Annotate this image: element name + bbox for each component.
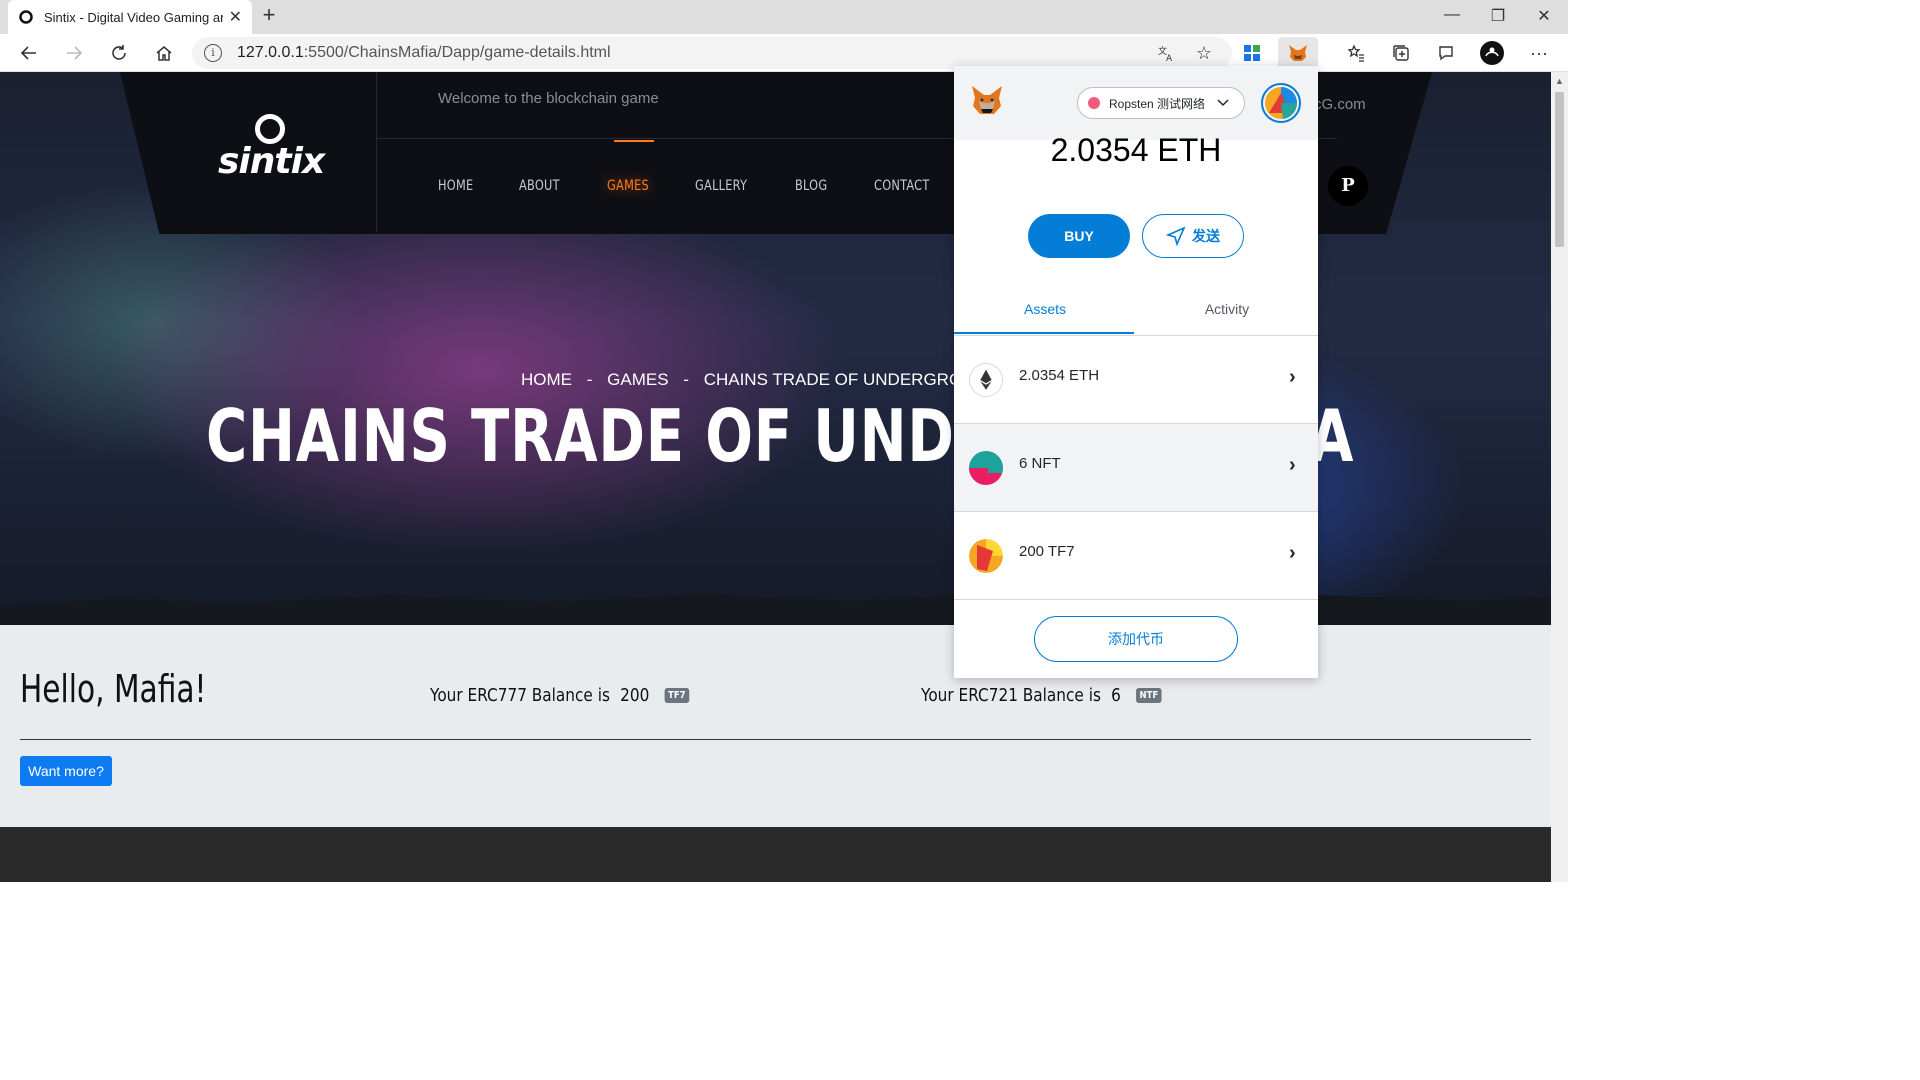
profile-avatar[interactable] [1480, 41, 1504, 65]
nft-token-icon [969, 451, 1003, 485]
nav-active-indicator [614, 140, 654, 142]
breadcrumb: HOME - GAMES - CHAINS TRADE OF UNDERGROU [521, 370, 984, 390]
erc721-label: Your ERC721 Balance is [921, 685, 1101, 706]
feedback-icon[interactable] [1434, 41, 1458, 65]
chevron-down-icon [1217, 99, 1229, 107]
scroll-up-arrow-icon[interactable]: ▲ [1555, 76, 1564, 86]
metamask-logo-icon[interactable] [970, 84, 1004, 116]
want-more-button[interactable]: Want more? [20, 756, 112, 786]
ethereum-icon [969, 363, 1003, 397]
forward-arrow-icon [67, 46, 83, 60]
nav-item-blog[interactable]: BLOG [795, 178, 827, 194]
nav-item-home[interactable]: HOME [438, 178, 473, 194]
tab-activity[interactable]: Activity [1136, 301, 1318, 317]
new-tab-button[interactable]: + [258, 4, 280, 28]
site-logo[interactable]: sintix [218, 114, 325, 182]
nav-item-about[interactable]: ABOUT [519, 178, 560, 194]
greeting: Hello, Mafia! [20, 667, 207, 711]
scroll-thumb[interactable] [1555, 92, 1564, 247]
browser-tab[interactable]: Sintix - Digital Video Gaming and ✕ [8, 0, 252, 34]
restore-button[interactable]: ❐ [1486, 6, 1510, 26]
send-label: 发送 [1192, 228, 1220, 244]
erc777-badge: TF7 [664, 688, 689, 703]
breadcrumb-separator: - [586, 370, 593, 389]
logo-text: sintix [218, 141, 325, 182]
buy-button[interactable]: BUY [1028, 214, 1130, 258]
more-menu-icon[interactable]: ··· [1527, 41, 1551, 65]
erc721-balance: Your ERC721 Balance is 6 NTF [921, 685, 1162, 706]
header-divider-vertical [376, 72, 377, 232]
account-balance: 2.0354 ETH [1050, 132, 1222, 168]
svg-text:A: A [1166, 54, 1173, 62]
refresh-button[interactable] [107, 41, 131, 65]
chevron-right-icon: › [1289, 542, 1296, 564]
metamask-tabs: Assets Activity [954, 288, 1318, 336]
pinterest-icon[interactable]: P [1328, 166, 1368, 206]
add-token-button[interactable]: 添加代币 [1034, 616, 1238, 662]
metamask-popup: Ropsten 测试网络 2.0354 ETH BUY 发送 Assets Ac… [954, 66, 1318, 678]
back-button[interactable] [17, 41, 41, 65]
close-window-button[interactable]: ✕ [1532, 6, 1556, 26]
asset-label: 6 NFT [1019, 455, 1061, 472]
breadcrumb-home[interactable]: HOME [521, 370, 572, 389]
tab-title: Sintix - Digital Video Gaming and [44, 9, 223, 25]
hero-ridge [0, 592, 1551, 625]
network-selector[interactable]: Ropsten 测试网络 [1077, 87, 1245, 119]
forward-button[interactable] [62, 41, 86, 65]
breadcrumb-separator: - [683, 370, 689, 389]
metamask-extension-button[interactable] [1278, 37, 1318, 69]
collections-icon[interactable] [1389, 41, 1413, 65]
tab-active-indicator [954, 332, 1134, 334]
asset-label: 2.0354 ETH [1019, 367, 1100, 384]
network-name: Ropsten 测试网络 [1109, 96, 1206, 111]
extensions-icon[interactable] [1240, 41, 1264, 65]
erc777-value: 200 [620, 685, 650, 706]
breadcrumb-current: CHAINS TRADE OF UNDERGROU [703, 370, 975, 389]
main-nav: HOME ABOUT GAMES GALLERY BLOG CONTACT [438, 178, 977, 194]
nav-item-games[interactable]: GAMES [607, 178, 649, 194]
account-avatar[interactable] [1261, 83, 1301, 123]
metamask-fox-icon [1289, 45, 1307, 61]
site-favicon-icon [19, 10, 33, 24]
erc777-balance: Your ERC777 Balance is 200 TF7 [430, 685, 689, 706]
minimize-button[interactable]: — [1440, 6, 1464, 24]
refresh-icon [112, 45, 126, 60]
section-divider [20, 739, 1531, 740]
nav-item-contact[interactable]: CONTACT [874, 178, 930, 194]
chevron-right-icon: › [1289, 454, 1296, 476]
favorites-icon[interactable] [1344, 41, 1368, 65]
send-arrow-icon [1166, 226, 1186, 246]
network-status-dot [1088, 97, 1100, 109]
logo-ring-icon [255, 114, 285, 144]
erc721-badge: NTF [1136, 688, 1162, 703]
page-scrollbar[interactable]: ▲ [1551, 72, 1568, 882]
erc777-label: Your ERC777 Balance is [430, 685, 610, 706]
home-icon [156, 46, 172, 61]
chevron-right-icon: › [1289, 366, 1296, 388]
url-text[interactable]: 127.0.0.1:5500/ChainsMafia/Dapp/game-det… [237, 44, 611, 62]
asset-row-eth[interactable]: 2.0354 ETH › [954, 336, 1318, 424]
send-button[interactable]: 发送 [1142, 214, 1244, 258]
tf7-token-icon [969, 539, 1003, 573]
breadcrumb-games[interactable]: GAMES [607, 370, 668, 389]
browser-toolbar: i 127.0.0.1:5500/ChainsMafia/Dapp/game-d… [0, 34, 1568, 72]
address-bar[interactable]: i 127.0.0.1:5500/ChainsMafia/Dapp/game-d… [192, 37, 1232, 69]
web-page: sintix Welcome to the blockchain game cG… [0, 72, 1551, 882]
favorite-star-icon[interactable]: ☆ [1192, 41, 1216, 65]
browser-tabbar: Sintix - Digital Video Gaming and ✕ + — … [0, 0, 1568, 34]
balance-section: Hello, Mafia! Your ERC777 Balance is 200… [0, 625, 1551, 827]
asset-label: 200 TF7 [1019, 543, 1075, 560]
tab-close-icon[interactable]: ✕ [229, 7, 242, 27]
asset-row-tf7[interactable]: 200 TF7 › [954, 512, 1318, 600]
site-info-icon[interactable]: i [204, 44, 222, 62]
asset-row-nft[interactable]: 6 NFT › [954, 424, 1318, 512]
nav-item-gallery[interactable]: GALLERY [695, 178, 747, 194]
home-button[interactable] [152, 41, 176, 65]
contact-email[interactable]: cG.com [1314, 96, 1366, 113]
welcome-text: Welcome to the blockchain game [438, 90, 659, 107]
back-arrow-icon [20, 46, 36, 60]
translate-icon[interactable]: 文A [1154, 41, 1178, 65]
erc721-value: 6 [1111, 685, 1121, 706]
tab-assets[interactable]: Assets [954, 301, 1136, 317]
